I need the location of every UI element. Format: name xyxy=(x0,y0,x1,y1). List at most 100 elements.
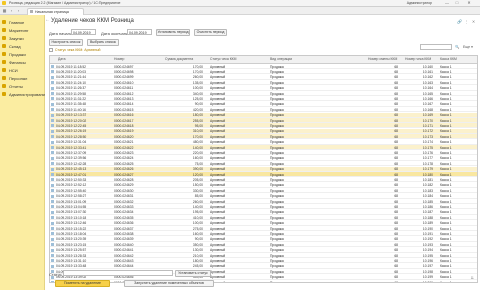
minimize-button[interactable]: — xyxy=(444,1,450,5)
search-input[interactable] xyxy=(420,44,452,50)
table-row[interactable]: 04.09.2019 12:13:37 0000-024616 180,00 Архи… xyxy=(50,112,477,118)
table-row[interactable]: 04.09.2019 12:58:27 0000-024631 85,00 Архив… xyxy=(50,194,477,199)
sidebar-item-reports[interactable]: Отчеты xyxy=(2,83,43,90)
select-list-button[interactable]: Выбрать список xyxy=(87,39,119,46)
col-status[interactable]: Статус чека ККМ xyxy=(210,57,236,61)
col-date[interactable]: Дата xyxy=(58,57,66,61)
more-options-icon[interactable]: ⋮ xyxy=(464,19,469,24)
page-title: Удаление чеков ККМ Розница xyxy=(51,18,134,24)
cell-kassa: Касса 1 xyxy=(440,140,452,145)
table-row[interactable]: 04.09.2019 13:04:55 0000-024633 140,00 Архи… xyxy=(50,204,477,210)
table-row[interactable]: 04.09.2019 11:18:52 0000-024697 170,00 Архи… xyxy=(50,64,477,69)
mark-delete-button[interactable]: Пометить на удаление xyxy=(55,280,110,287)
table-row[interactable]: 04.09.2019 11:24:10 0000-024610 135,00 Архи… xyxy=(50,80,477,86)
menu-grid-icon[interactable]: ▦ xyxy=(2,8,7,13)
sidebar-item-admin[interactable]: Администрирование xyxy=(2,91,47,98)
table-row[interactable]: 04.09.2019 13:25:57 0000-024641 130,00 Архи… xyxy=(50,248,477,253)
date-to-field[interactable]: 04.09.2019 xyxy=(127,29,152,35)
cell-num: 0000-024614 xyxy=(114,102,134,107)
scroll-end-icon[interactable]: ⇊ xyxy=(471,275,474,280)
sidebar-item-sales[interactable]: Продажи xyxy=(2,51,43,58)
date-from-field[interactable]: 04.09.2019 xyxy=(71,29,96,35)
table-row[interactable]: 04.09.2019 11:20:03 0000-024698 170,00 Архи… xyxy=(50,69,477,75)
table-row[interactable]: 04.09.2019 13:31:10 0000-024643 180,00 Архи… xyxy=(50,258,477,264)
table-row[interactable]: 04.09.2019 12:45:13 0000-024626 390,00 Архи… xyxy=(50,166,477,172)
table-row[interactable]: 04.09.2019 11:40:16 0000-024615 420,00 Архи… xyxy=(50,107,477,113)
table-row[interactable]: 04.09.2019 13:15:22 0000-024637 275,00 Архи… xyxy=(50,226,477,231)
tab-home-page[interactable]: Начальная страница xyxy=(27,8,84,15)
col-shift[interactable]: Номер смены ККМ xyxy=(368,57,397,61)
table-row[interactable]: 04.09.2019 12:39:56 0000-024624 160,00 Архи… xyxy=(50,156,477,161)
table-row[interactable]: 04.09.2019 12:50:33 0000-024628 205,00 Архи… xyxy=(50,177,477,183)
filter-checkbox[interactable] xyxy=(49,48,53,52)
table-row[interactable]: 04.09.2019 12:47:01 0000-024627 120,00 Архи… xyxy=(50,172,477,177)
sidebar-item-staff[interactable]: Персонал xyxy=(2,75,43,82)
table-row[interactable]: 04.09.2019 13:20:39 0000-024639 90,00 Архив… xyxy=(50,237,477,242)
close-icon[interactable]: ✕ xyxy=(471,19,476,24)
table-row[interactable]: 04.09.2019 13:01:09 0000-024632 260,00 Архи… xyxy=(50,199,477,204)
cell-check: 10.163 xyxy=(422,80,433,85)
cell-status: Архивный xyxy=(210,221,226,226)
col-operation[interactable]: Вид операции xyxy=(270,57,292,61)
cell-kassa: Касса 1 xyxy=(440,210,452,215)
col-kassa[interactable]: Касса ККМ xyxy=(440,57,457,61)
sidebar-item-marketing[interactable]: Маркетинг xyxy=(2,27,43,34)
table-row[interactable]: 04.09.2019 11:21:44 0000-024699 260,00 Архи… xyxy=(50,75,477,80)
table-row[interactable]: 04.09.2019 11:26:37 0000-024611 100,00 Архи… xyxy=(50,86,477,91)
sidebar-item-warehouse[interactable]: Склад xyxy=(2,43,43,50)
table-row[interactable]: 04.09.2019 12:37:09 0000-024623 220,00 Архи… xyxy=(50,150,477,156)
table-row[interactable]: 04.09.2019 12:31:04 0000-024621 480,00 Архи… xyxy=(50,140,477,145)
table-row[interactable]: 04.09.2019 13:10:18 0000-024635 410,00 Архи… xyxy=(50,215,477,221)
cell-date: 04.09.2019 13:25:57 xyxy=(56,248,87,253)
sidebar-item-finance[interactable]: Финансы xyxy=(2,59,43,66)
cell-status: Архивный xyxy=(210,269,226,274)
more-button[interactable]: Еще ▾ xyxy=(463,44,473,50)
cell-sum: 90,00 xyxy=(194,237,203,242)
link-icon[interactable]: 🔗 xyxy=(457,19,462,24)
back-arrow-icon[interactable]: ← xyxy=(45,18,50,23)
table-row[interactable]: 04.09.2019 13:33:48 0000-024644 245,00 Архи… xyxy=(50,264,477,269)
close-window-button[interactable]: ✕ xyxy=(466,1,472,5)
document-icon xyxy=(51,119,54,122)
set-period-button[interactable]: Установить период xyxy=(156,29,190,36)
back-arrow-icon[interactable]: ‹ xyxy=(9,8,14,13)
table-row[interactable]: 04.09.2019 12:26:19 0000-024619 310,00 Архи… xyxy=(50,128,477,134)
table-row[interactable]: 04.09.2019 12:52:12 0000-024629 150,00 Архи… xyxy=(50,183,477,188)
forward-arrow-icon[interactable]: › xyxy=(16,8,21,13)
current-user[interactable]: Администратор xyxy=(407,1,432,5)
col-sum[interactable]: Сумма документа xyxy=(165,57,193,61)
cell-sum: 245,00 xyxy=(192,264,203,269)
sidebar-item-purchases[interactable]: Закупки xyxy=(2,35,43,42)
table-row[interactable]: 04.09.2019 13:28:33 0000-024642 210,00 Архи… xyxy=(50,253,477,258)
search-icon[interactable]: 🔍 xyxy=(455,44,459,50)
table-row[interactable]: 04.09.2019 11:35:48 0000-024614 90,00 Архив… xyxy=(50,102,477,107)
table-row[interactable]: 04.09.2019 12:33:41 0000-024622 140,00 Архи… xyxy=(50,145,477,150)
cell-num: 0000-024699 xyxy=(114,75,134,80)
set-status-button[interactable]: Установить статус xyxy=(175,270,211,277)
table-row[interactable]: 04.09.2019 11:29:58 0000-024612 340,00 Архи… xyxy=(50,91,477,96)
table-row[interactable]: 04.09.2019 13:41:440000-02464770,00Архив… xyxy=(50,280,477,282)
table-row[interactable]: 04.09.2019 13:18:04 0000-024638 160,00 Архи… xyxy=(50,231,477,237)
sidebar-item-main[interactable]: Главное xyxy=(2,19,43,26)
cell-num: 0000-024627 xyxy=(114,172,134,177)
col-number[interactable]: Номер xyxy=(114,57,124,61)
table-row[interactable]: 04.09.2019 13:07:30 0000-024634 195,00 Архи… xyxy=(50,210,477,215)
table-row[interactable]: 04.09.2019 12:20:02 0000-024617 255,00 Архи… xyxy=(50,118,477,123)
table-row[interactable]: 04.09.2019 11:31:22 0000-024613 125,00 Архи… xyxy=(50,96,477,102)
table-row[interactable]: 04.09.2019 12:55:40 0000-024630 330,00 Архи… xyxy=(50,188,477,194)
configure-list-button[interactable]: Настроить список xyxy=(49,39,83,46)
clear-period-button[interactable]: Очистить период xyxy=(194,29,227,36)
cell-sum: 170,00 xyxy=(192,64,203,69)
table-row[interactable]: 04.09.2019 12:22:45 0000-024618 95,00 Архив… xyxy=(50,123,477,129)
cell-num: 0000-024638 xyxy=(114,231,134,236)
table-row[interactable]: 04.09.2019 13:23:15 0000-024640 350,00 Архи… xyxy=(50,242,477,248)
col-check-number[interactable]: Номер чека ККМ xyxy=(405,57,431,61)
cell-num: 0000-024633 xyxy=(114,204,134,209)
sidebar-item-reference[interactable]: НСИ xyxy=(2,67,43,74)
run-delete-button[interactable]: Запустить удаление помеченных объектов xyxy=(124,280,214,287)
status-select[interactable] xyxy=(63,270,173,276)
table-row[interactable]: 04.09.2019 12:28:50 0000-024620 170,00 Архи… xyxy=(50,134,477,140)
table-row[interactable]: 04.09.2019 13:12:46 0000-024636 100,00 Архи… xyxy=(50,221,477,226)
maximize-button[interactable]: □ xyxy=(454,1,460,5)
table-row[interactable]: 04.09.2019 12:42:28 0000-024625 75,00 Архив… xyxy=(50,161,477,167)
